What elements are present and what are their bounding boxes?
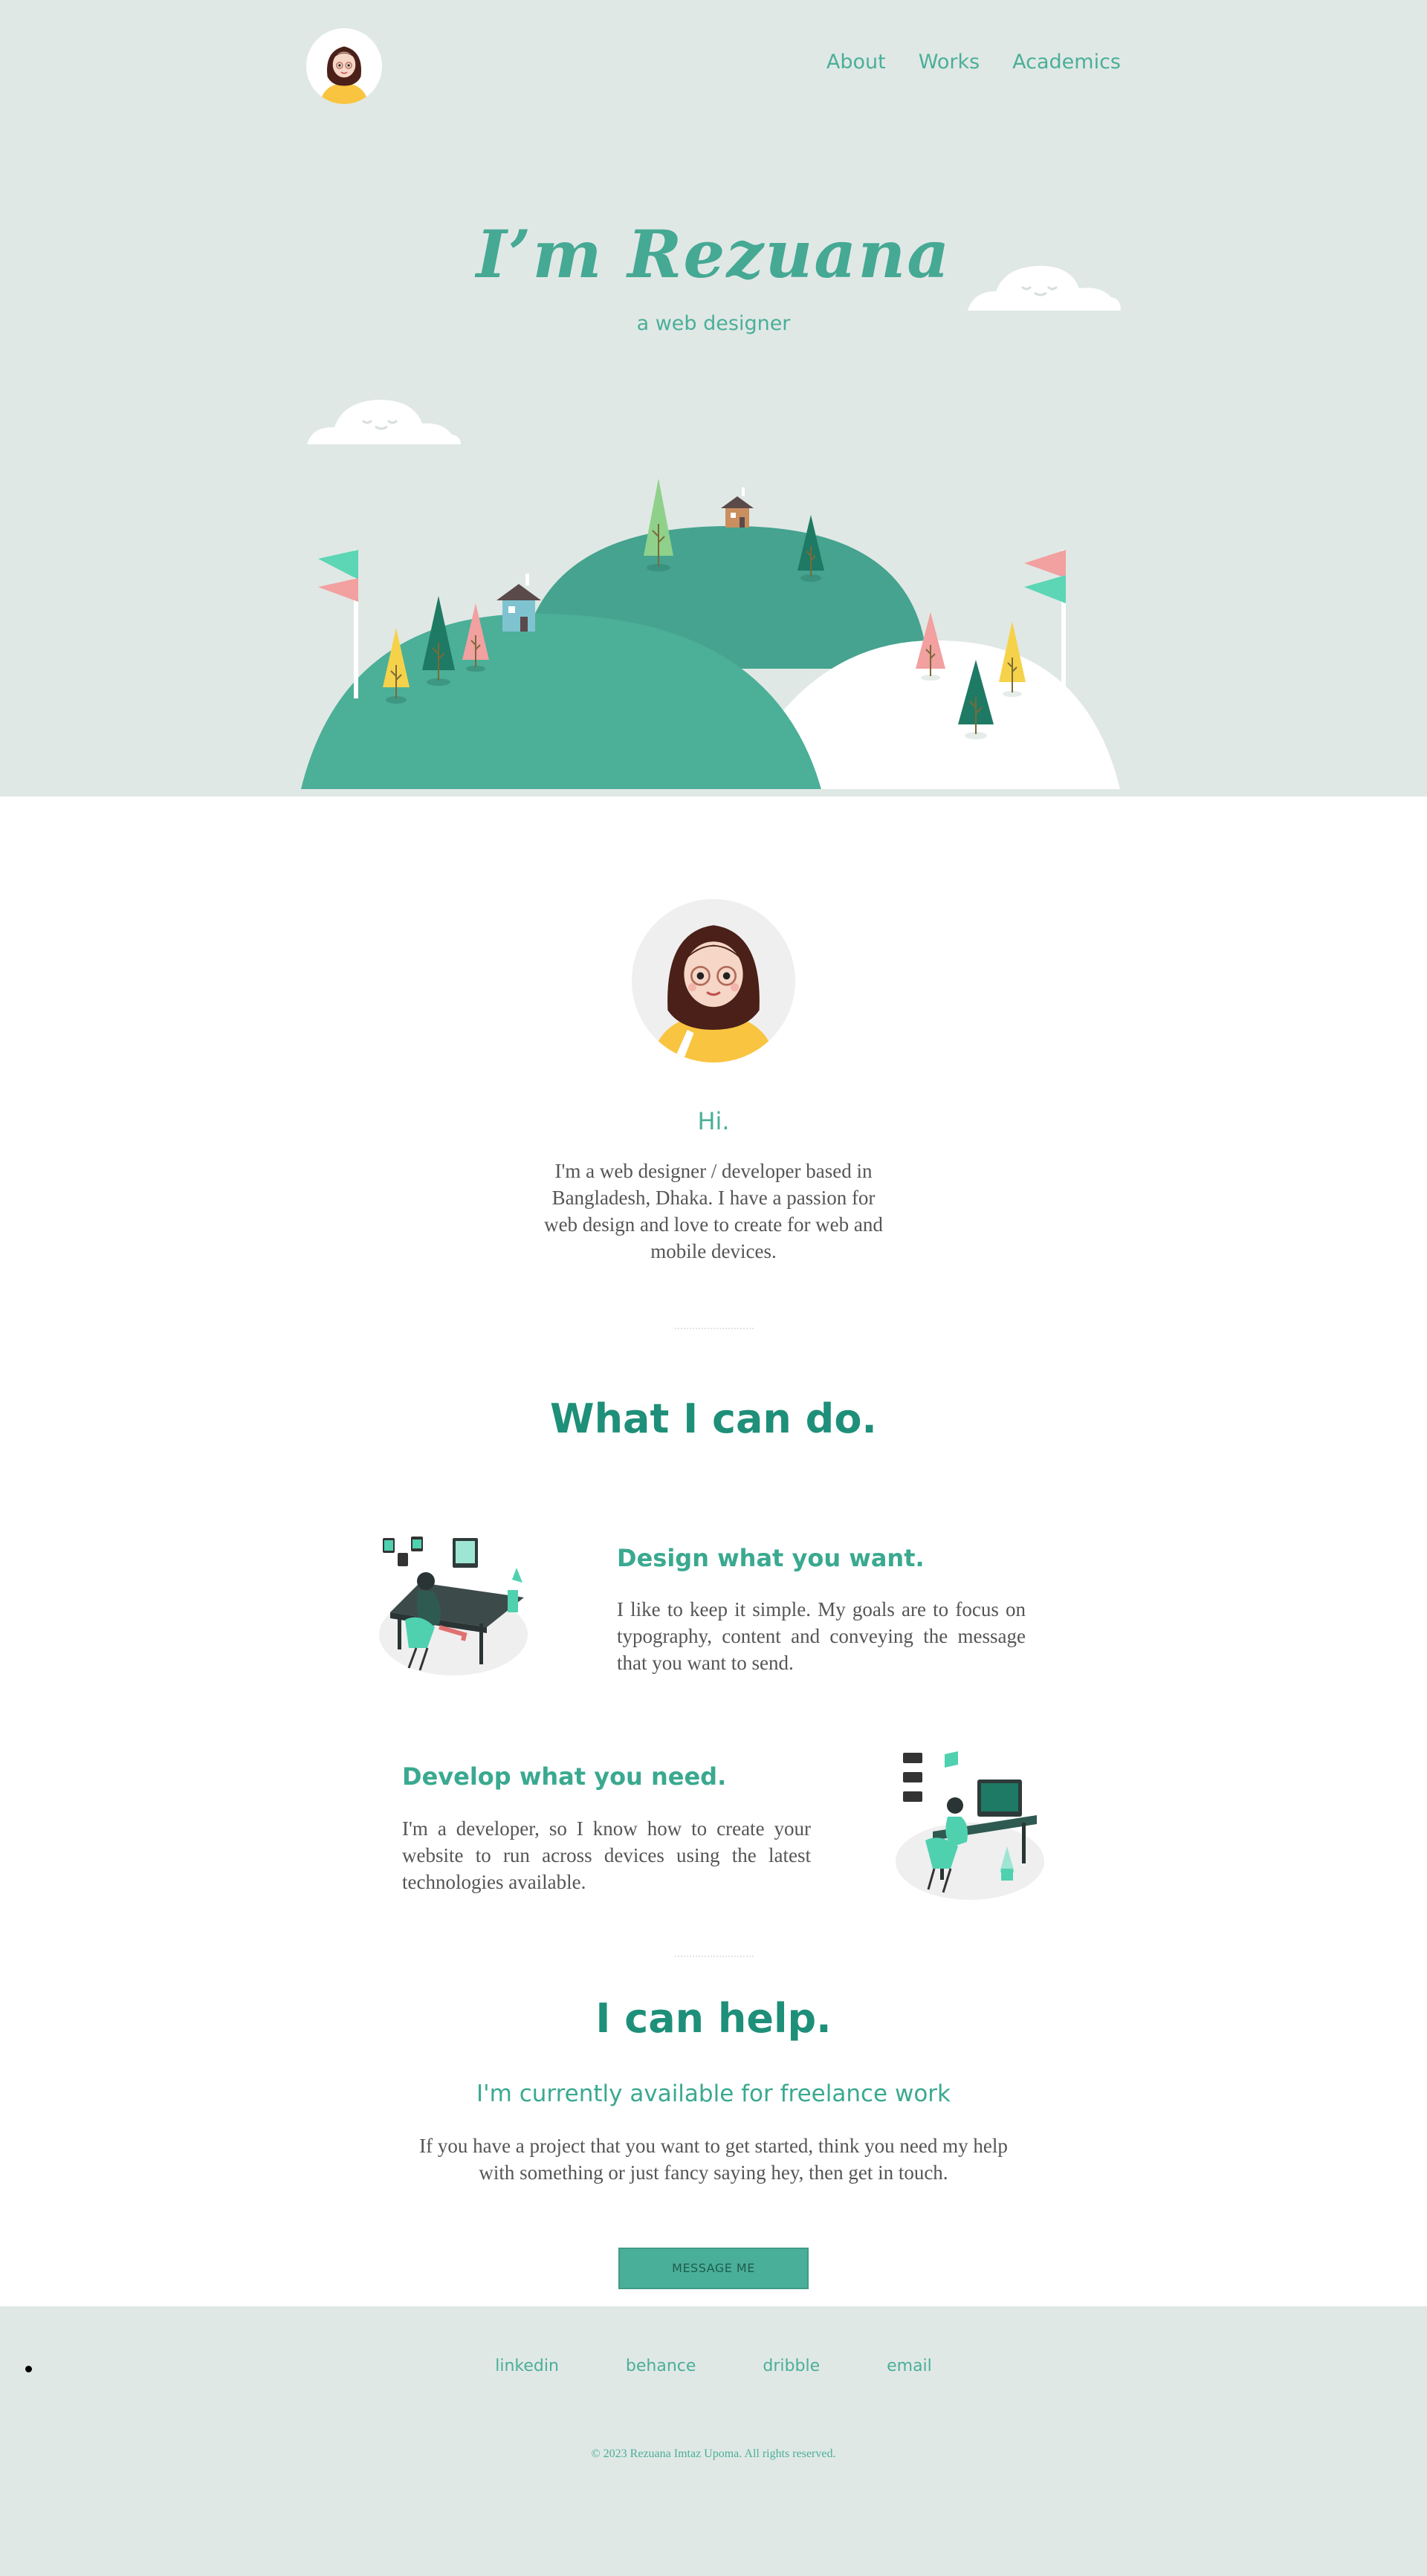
service-develop-text: I'm a developer, so I know how to create…: [402, 1817, 811, 1893]
house-icon: [496, 574, 541, 632]
avatar-icon: [651, 925, 776, 1062]
help-title: I can help.: [595, 1995, 832, 2042]
linkedin-link[interactable]: linkedin: [495, 2357, 559, 2375]
nav-about-link[interactable]: About: [826, 51, 886, 74]
avatar-icon: [320, 46, 369, 104]
message-me-button[interactable]: MESSAGE ME: [618, 2248, 809, 2289]
hills-illustration: [300, 265, 1121, 792]
hero-divider: [0, 789, 1427, 797]
behance-link[interactable]: behance: [626, 2357, 696, 2375]
greeting: Hi.: [697, 1107, 730, 1135]
service-develop-heading: Develop what you need.: [402, 1762, 727, 1791]
hero-subtitle: a web designer: [636, 312, 791, 335]
profile-avatar: [632, 899, 795, 1062]
services-title: What I can do.: [550, 1395, 877, 1442]
designer-illustration-icon: [379, 1537, 528, 1675]
developer-illustration-icon: [896, 1751, 1044, 1900]
social-links: linkedin behance dribble email: [0, 2357, 1427, 2375]
footer: linkedin behance dribble email © 2023 Re…: [0, 2306, 1427, 2576]
section-divider: [675, 1956, 754, 1957]
help-text: If you have a project that you want to g…: [419, 2135, 1008, 2184]
dribble-link[interactable]: dribble: [763, 2357, 820, 2375]
nav-works-link[interactable]: Works: [919, 51, 980, 74]
cloud-icon: [307, 400, 461, 444]
logo-avatar[interactable]: [306, 28, 382, 104]
service-design-heading: Design what you want.: [617, 1544, 925, 1572]
hero-title: I’m Rezuana: [476, 215, 951, 293]
flag-icon: [318, 550, 358, 698]
email-link[interactable]: email: [887, 2357, 932, 2375]
copyright: © 2023 Rezuana Imtaz Upoma. All rights r…: [591, 2447, 836, 2460]
house-icon: [721, 487, 754, 528]
nav-academics-link[interactable]: Academics: [1012, 51, 1121, 74]
section-divider: [675, 1328, 754, 1329]
help-subtitle: I'm currently available for freelance wo…: [476, 2080, 951, 2107]
service-design-text: I like to keep it simple. My goals are t…: [617, 1598, 1026, 1674]
hero-section: About Works Academics I’m Rezuana a web …: [0, 0, 1427, 797]
main-nav: About Works Academics: [826, 51, 1121, 74]
intro-text: I'm a web designer / developer based in …: [544, 1160, 883, 1262]
